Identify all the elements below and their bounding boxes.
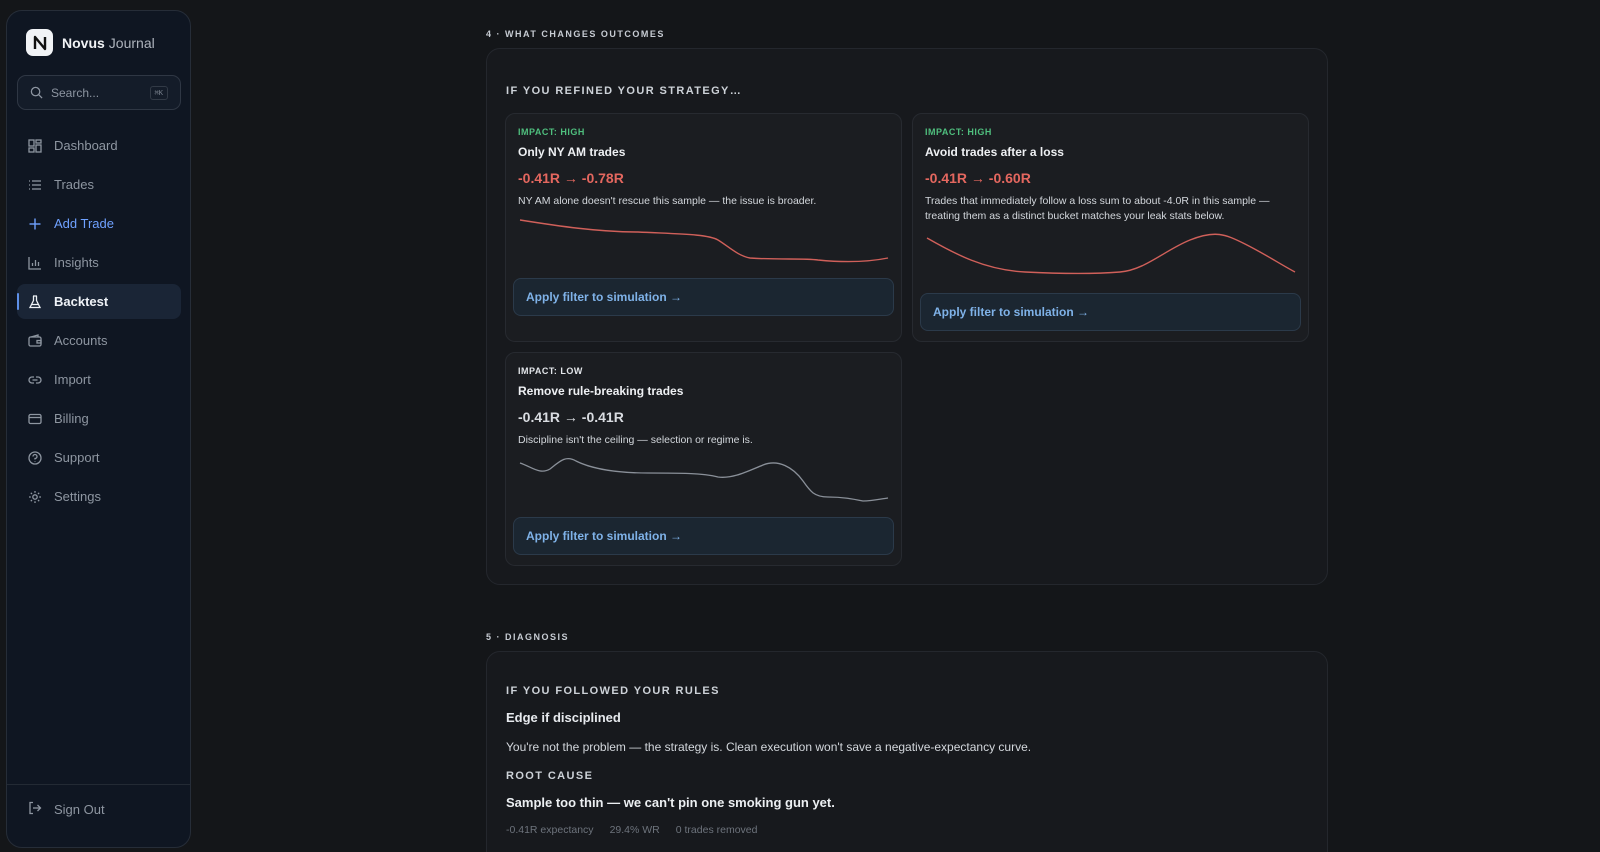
dashboard-icon [28, 138, 42, 153]
bar-chart-icon [28, 256, 42, 270]
sidebar-item-insights[interactable]: Insights [17, 245, 181, 280]
scenario-card-rule-breaking: IMPACT: LOW Remove rule-breaking trades … [505, 352, 902, 566]
section-label-diagnosis: 5 · DIAGNOSIS [486, 632, 570, 642]
sign-out-label: Sign Out [54, 802, 105, 817]
sign-out-icon [28, 801, 42, 818]
sidebar-item-label: Settings [54, 489, 101, 504]
scenario-card-after-loss: IMPACT: HIGH Avoid trades after a loss -… [912, 113, 1309, 342]
logo-icon [26, 29, 53, 56]
scenario-metric: -0.41R → -0.60R [925, 170, 1031, 186]
sidebar-item-label: Billing [54, 411, 89, 426]
sidebar: Novus Journal Search... ⌘K Dashboard Tra… [6, 10, 191, 848]
scenario-description: Trades that immediately follow a loss su… [925, 195, 1270, 222]
link-icon [28, 373, 42, 387]
plus-icon [28, 217, 42, 231]
flask-icon [28, 294, 42, 309]
sidebar-item-settings[interactable]: Settings [17, 479, 181, 514]
sidebar-item-accounts[interactable]: Accounts [17, 323, 181, 358]
diagnosis-panel: IF YOU FOLLOWED YOUR RULES Edge if disci… [486, 651, 1328, 852]
sidebar-item-trades[interactable]: Trades [17, 167, 181, 202]
stat-win-rate: 29.4% WR [609, 824, 660, 836]
scenario-title: Remove rule-breaking trades [518, 384, 684, 398]
scenario-metric: -0.41R → -0.41R [518, 409, 624, 425]
scenario-title: Only NY AM trades [518, 145, 626, 159]
brand-name: Novus [62, 34, 105, 51]
apply-filter-button[interactable]: Apply filter to simulation → [513, 517, 894, 555]
impact-badge: IMPACT: HIGH [518, 127, 585, 137]
sidebar-item-billing[interactable]: Billing [17, 401, 181, 436]
stat-expectancy: -0.41R expectancy [506, 824, 594, 836]
sparkline-chart [926, 233, 1296, 275]
sidebar-item-label: Insights [54, 255, 99, 270]
sidebar-item-add-trade[interactable]: Add Trade [17, 206, 181, 241]
scenario-description: Discipline isn't the ceiling — selection… [518, 434, 753, 446]
impact-badge: IMPACT: HIGH [925, 127, 992, 137]
diagnosis-stats: -0.41R expectancy 29.4% WR 0 trades remo… [506, 824, 773, 836]
section-label-outcomes: 4 · WHAT CHANGES OUTCOMES [486, 29, 665, 39]
gear-icon [28, 490, 42, 504]
sidebar-item-support[interactable]: Support [17, 440, 181, 475]
brand[interactable]: Novus Journal [26, 29, 155, 56]
scenario-description: NY AM alone doesn't rescue this sample —… [518, 195, 817, 207]
scenario-metric: -0.41R → -0.78R [518, 170, 624, 186]
card-icon [28, 412, 42, 426]
stat-trades-removed: 0 trades removed [675, 824, 758, 836]
impact-badge: IMPACT: LOW [518, 366, 583, 376]
sidebar-item-label: Support [54, 450, 100, 465]
sidebar-item-label: Import [54, 372, 91, 387]
sidebar-nav: Dashboard Trades Add Trade Insights Back… [17, 128, 181, 518]
list-icon [28, 178, 42, 192]
sidebar-item-label: Dashboard [54, 138, 118, 153]
sparkline-chart [519, 457, 889, 502]
scenario-title: Avoid trades after a loss [925, 145, 1064, 159]
root-cause-text: Sample too thin — we can't pin one smoki… [506, 795, 835, 810]
sign-out-button[interactable]: Sign Out [17, 792, 181, 827]
diagnosis-heading: IF YOU FOLLOWED YOUR RULES [506, 685, 720, 697]
outcomes-heading: IF YOU REFINED YOUR STRATEGY… [506, 85, 743, 97]
sidebar-item-label: Accounts [54, 333, 108, 348]
sidebar-item-import[interactable]: Import [17, 362, 181, 397]
diagnosis-title: Edge if disciplined [506, 710, 621, 725]
scenario-card-ny-am: IMPACT: HIGH Only NY AM trades -0.41R → … [505, 113, 902, 342]
sidebar-item-label: Trades [54, 177, 94, 192]
root-cause-label: ROOT CAUSE [506, 770, 594, 782]
sidebar-divider [7, 784, 190, 785]
brand-subtitle: Journal [108, 34, 155, 51]
sidebar-item-label: Add Trade [54, 216, 114, 231]
search-placeholder: Search... [51, 85, 100, 100]
apply-filter-button[interactable]: Apply filter to simulation → [920, 293, 1301, 331]
search-icon [30, 86, 43, 99]
sparkline-chart [519, 219, 889, 263]
help-icon [28, 450, 42, 465]
outcomes-panel: IF YOU REFINED YOUR STRATEGY… IMPACT: HI… [486, 48, 1328, 585]
wallet-icon [28, 333, 42, 348]
sidebar-item-backtest[interactable]: Backtest [17, 284, 181, 319]
sidebar-item-dashboard[interactable]: Dashboard [17, 128, 181, 163]
sidebar-item-label: Backtest [54, 294, 109, 309]
search-input[interactable]: Search... ⌘K [17, 75, 181, 110]
apply-filter-button[interactable]: Apply filter to simulation → [513, 278, 894, 316]
diagnosis-text: You're not the problem — the strategy is… [506, 740, 1032, 754]
search-shortcut: ⌘K [149, 85, 168, 100]
